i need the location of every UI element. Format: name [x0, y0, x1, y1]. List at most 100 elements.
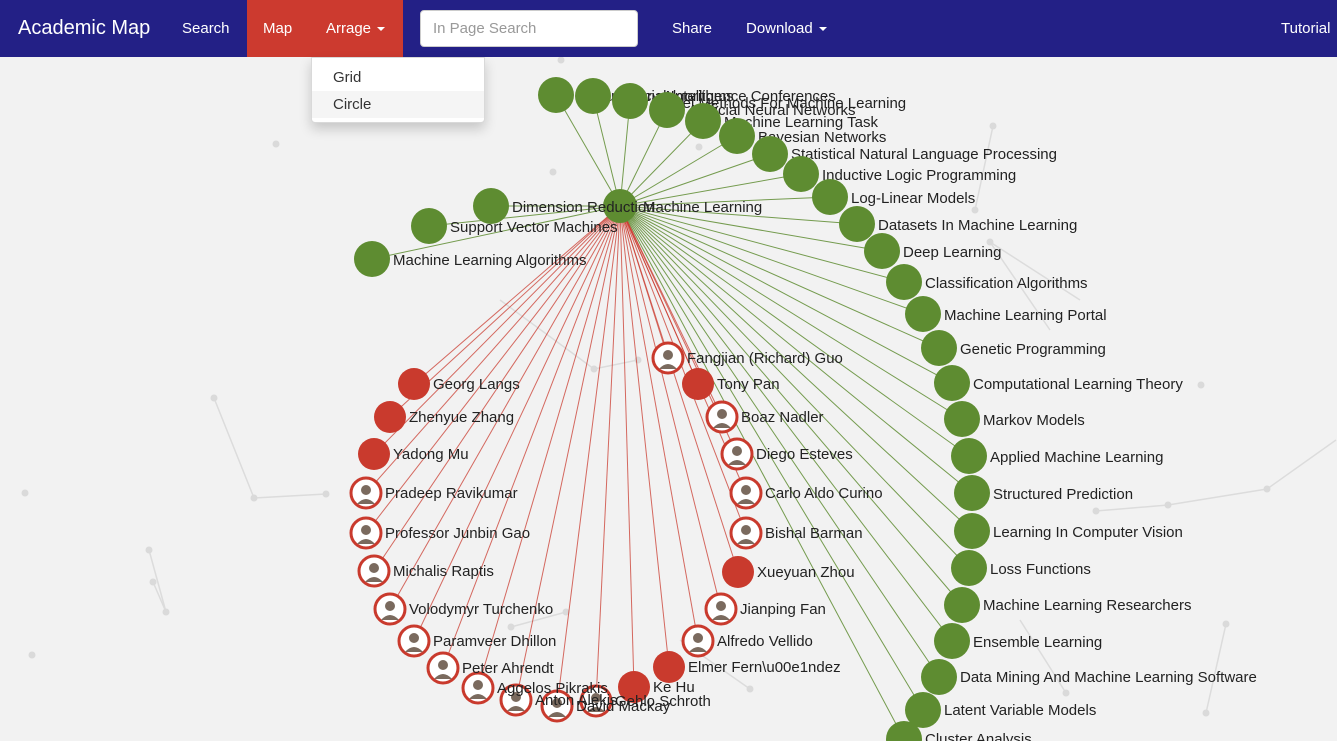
background-node	[272, 140, 280, 148]
avatar-icon	[385, 601, 395, 611]
arrange-option-circle[interactable]: Circle	[312, 91, 484, 118]
topic-node[interactable]	[752, 136, 788, 172]
topic-node[interactable]	[538, 77, 574, 113]
caret-down-icon	[377, 27, 386, 32]
academic-map-graph[interactable]: Machine LearningEvolutionary AlgorithmsA…	[0, 57, 1337, 741]
topic-label: Markov Models	[983, 412, 1085, 429]
arrange-dropdown-menu: Grid Circle	[311, 57, 485, 123]
background-node	[1202, 709, 1210, 717]
avatar-icon	[369, 563, 379, 573]
person-label: Peter Ahrendt	[462, 660, 555, 677]
person-node[interactable]	[374, 401, 406, 433]
topic-node[interactable]	[839, 206, 875, 242]
nav-tutorial-link[interactable]: Tutorial	[1265, 0, 1337, 57]
person-label: Yadong Mu	[393, 446, 469, 463]
topic-label: Applied Machine Learning	[990, 449, 1163, 466]
topic-node[interactable]	[905, 296, 941, 332]
download-label: Download	[746, 20, 813, 37]
background-node	[250, 494, 258, 502]
person-edge	[619, 205, 722, 610]
topic-node[interactable]	[685, 103, 721, 139]
avatar-icon	[361, 485, 371, 495]
topic-label: Structured Prediction	[993, 486, 1133, 503]
nav-arrange-dropdown[interactable]: Arrage	[310, 0, 403, 57]
person-edge	[556, 205, 621, 707]
topic-label: Machine Learning Algorithms	[393, 252, 586, 269]
avatar-icon	[438, 660, 448, 670]
person-label: Alfredo Vellido	[717, 633, 813, 650]
background-edge	[1266, 439, 1337, 490]
background-node	[28, 651, 36, 659]
topic-label: Statistical Natural Language Processing	[791, 146, 1057, 163]
topic-node[interactable]	[934, 623, 970, 659]
topic-node[interactable]	[951, 438, 987, 474]
arrange-option-grid[interactable]: Grid	[312, 64, 484, 91]
topic-label: Loss Functions	[990, 561, 1091, 578]
topic-label: Classification Algorithms	[925, 275, 1088, 292]
person-label: Elmer Fern\u00e1ndez	[688, 659, 841, 676]
in-page-search-input[interactable]	[420, 10, 638, 47]
background-node	[1263, 485, 1271, 493]
topic-node[interactable]	[886, 264, 922, 300]
topic-label: Machine Learning Portal	[944, 307, 1107, 324]
background-node	[1197, 381, 1205, 389]
person-label: Carlo Aldo Curino	[765, 485, 883, 502]
topic-label: Datasets In Machine Learning	[878, 217, 1077, 234]
caret-down-icon	[818, 27, 827, 32]
topic-node[interactable]	[719, 118, 755, 154]
topic-node[interactable]	[954, 475, 990, 511]
topic-node[interactable]	[921, 659, 957, 695]
background-edge	[213, 397, 255, 499]
brand-logo[interactable]: Academic Map	[18, 17, 150, 40]
topic-node[interactable]	[783, 156, 819, 192]
topic-label: Deep Learning	[903, 244, 1001, 261]
topic-label: Data Mining And Machine Learning Softwar…	[960, 669, 1257, 686]
background-node	[634, 356, 642, 364]
topic-node[interactable]	[921, 330, 957, 366]
top-navbar: Academic Map Search Map Arrage Share Dow…	[0, 0, 1337, 57]
background-node	[971, 206, 979, 214]
person-edge	[515, 205, 621, 701]
topic-node[interactable]	[944, 587, 980, 623]
topic-node[interactable]	[649, 92, 685, 128]
person-node[interactable]	[398, 368, 430, 400]
topic-node[interactable]	[954, 513, 990, 549]
topic-node[interactable]	[864, 233, 900, 269]
person-edge	[595, 205, 621, 702]
person-label: Boaz Nadler	[741, 409, 824, 426]
person-label: Fangjian (Richard) Guo	[687, 350, 843, 367]
topic-label: Computational Learning Theory	[973, 376, 1183, 393]
topic-node[interactable]	[944, 401, 980, 437]
nav-download-dropdown[interactable]: Download	[730, 0, 843, 57]
person-label: Diego Esteves	[756, 446, 853, 463]
topic-node[interactable]	[575, 78, 611, 114]
person-label: Volodymyr Turchenko	[409, 601, 553, 618]
topic-label: Inductive Logic Programming	[822, 167, 1016, 184]
person-node[interactable]	[682, 368, 714, 400]
topic-node[interactable]	[354, 241, 390, 277]
topic-node[interactable]	[934, 365, 970, 401]
avatar-icon	[741, 525, 751, 535]
topic-node[interactable]	[411, 208, 447, 244]
topic-label: Support Vector Machines	[450, 219, 618, 236]
person-node[interactable]	[722, 556, 754, 588]
hub-label: Machine Learning	[643, 199, 762, 216]
background-node	[162, 608, 170, 616]
avatar-icon	[473, 680, 483, 690]
person-node[interactable]	[358, 438, 390, 470]
topic-node[interactable]	[612, 83, 648, 119]
topic-node[interactable]	[951, 550, 987, 586]
avatar-icon	[717, 409, 727, 419]
avatar-icon	[361, 525, 371, 535]
nav-share-link[interactable]: Share	[656, 0, 728, 57]
topic-label: Genetic Programming	[960, 341, 1106, 358]
person-label: Xueyuan Zhou	[757, 564, 855, 581]
background-edge	[1095, 504, 1169, 512]
nav-search-link[interactable]: Search	[166, 0, 246, 57]
nav-map-link[interactable]: Map	[247, 0, 310, 57]
background-node	[590, 365, 598, 373]
background-node	[21, 489, 29, 497]
person-label: Paramveer Dhillon	[433, 633, 556, 650]
avatar-icon	[716, 601, 726, 611]
topic-node[interactable]	[812, 179, 848, 215]
